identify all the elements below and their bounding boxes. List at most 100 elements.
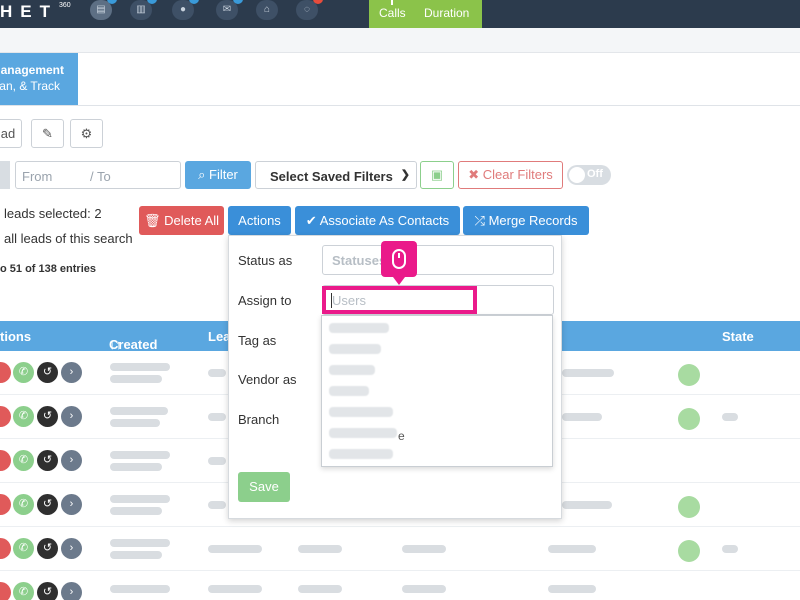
report-icon[interactable]: ▥	[130, 0, 157, 20]
assign-label: Assign to	[238, 293, 292, 308]
status-select[interactable]: Statuses	[322, 245, 554, 275]
lead-blur	[208, 501, 226, 509]
phone-icon[interactable]: ✆	[13, 450, 34, 471]
history-icon[interactable]: ↺	[37, 538, 58, 559]
calls-duration-tab[interactable]: Calls Duration	[369, 0, 482, 28]
list-item[interactable]	[329, 407, 393, 417]
state-indicator	[678, 364, 700, 386]
list-item[interactable]	[329, 428, 397, 438]
delete-icon[interactable]	[0, 538, 11, 559]
clear-filters-label: Clear Filters	[482, 167, 553, 182]
delete-icon[interactable]	[0, 450, 11, 471]
history-icon[interactable]: ↺	[37, 362, 58, 383]
chevron-right-icon[interactable]: ›	[61, 538, 82, 559]
chevron-right-icon[interactable]: ›	[61, 362, 82, 383]
delete-icon[interactable]	[0, 494, 11, 515]
list-item[interactable]	[329, 449, 393, 459]
list-item[interactable]	[329, 365, 375, 375]
tab-management[interactable]: Management an, & Track	[0, 53, 78, 105]
state-indicator	[678, 540, 700, 562]
document-icon[interactable]: ▤	[90, 0, 117, 20]
delete-icon[interactable]	[0, 406, 11, 427]
delete-icon[interactable]	[0, 582, 11, 600]
saved-filters-label: Select Saved Filters	[270, 169, 393, 184]
date-to-placeholder: / To	[90, 169, 111, 184]
toggle-knob	[569, 167, 585, 183]
close-icon: ✖	[468, 167, 480, 182]
created-blur	[110, 375, 162, 383]
mail-icon[interactable]: ✉	[216, 0, 243, 20]
created-blur	[110, 407, 168, 415]
clear-filters-button[interactable]: ✖ Clear Filters	[458, 161, 563, 189]
shuffle-icon: ⤮	[474, 213, 485, 228]
associate-contacts-button[interactable]: ✔ Associate As Contacts	[295, 206, 460, 235]
date-range-input[interactable]: From / To	[15, 161, 181, 189]
toggle-label: Off	[587, 168, 603, 180]
list-item[interactable]	[329, 386, 369, 396]
filter-label: Filter	[209, 167, 238, 182]
chevron-right-icon[interactable]: ›	[61, 494, 82, 515]
table-row: ✆ ↺ ›	[0, 571, 800, 600]
users-search-input[interactable]: Users	[322, 286, 477, 314]
save-icon: ▣	[430, 167, 444, 182]
col-state: State	[722, 329, 754, 344]
chevron-right-icon[interactable]: ›	[61, 406, 82, 427]
created-blur	[110, 585, 170, 593]
save-button[interactable]: Save	[238, 472, 290, 502]
history-icon[interactable]: ↺	[37, 406, 58, 427]
list-item[interactable]	[329, 323, 389, 333]
merge-records-button[interactable]: ⤮ Merge Records	[463, 206, 589, 235]
delete-icon[interactable]	[0, 362, 11, 383]
name-blur	[298, 585, 342, 593]
inbox-icon[interactable]: ⌂	[256, 0, 278, 20]
state-indicator	[678, 408, 700, 430]
email-blur	[548, 545, 596, 553]
created-blur	[110, 551, 162, 559]
associate-contacts-label: Associate As Contacts	[319, 213, 450, 228]
phone-icon[interactable]: ✆	[13, 406, 34, 427]
leads-selected-text: leads selected: 2	[4, 206, 102, 221]
lead-blur	[208, 413, 226, 421]
mouse-icon	[392, 249, 406, 269]
users-dropdown-list: e	[321, 315, 553, 467]
delete-all-button[interactable]: 🗑︎ Delete All	[139, 206, 224, 235]
history-icon[interactable]: ↺	[37, 450, 58, 471]
phone-icon[interactable]: ✆	[13, 538, 34, 559]
edit-button[interactable]: ✎	[31, 119, 64, 148]
created-blur	[110, 463, 162, 471]
state-blur	[722, 413, 738, 421]
branch-label: Branch	[238, 412, 280, 427]
filter-toggle[interactable]: Off	[567, 165, 611, 185]
date-from-placeholder: From	[22, 169, 53, 184]
vendor-label: Vendor as	[238, 372, 297, 387]
name-blur	[298, 545, 342, 553]
email-blur	[548, 585, 596, 593]
status-label: Status as	[238, 253, 293, 268]
sort-icon: ↓↑	[109, 337, 122, 352]
save-filter-button[interactable]: ▣	[420, 161, 454, 189]
click-indicator	[381, 241, 417, 285]
history-icon[interactable]: ↺	[37, 582, 58, 600]
phone-icon[interactable]: ✆	[13, 494, 34, 515]
comment-icon[interactable]: ◌	[296, 0, 323, 20]
created-blur	[110, 507, 162, 515]
settings-button[interactable]: ⚙	[70, 119, 103, 148]
phone-icon[interactable]: ✆	[13, 362, 34, 383]
top-navbar: HET 360 ▤ ▥ ● ✉ ⌂ ◌ Calls Duration	[0, 0, 800, 28]
chevron-right-icon[interactable]: ›	[61, 582, 82, 600]
filter-stub[interactable]	[0, 161, 10, 189]
phone-icon[interactable]: ✆	[13, 582, 34, 600]
upload-button[interactable]: ad	[0, 119, 22, 148]
select-all-leads-link[interactable]: all leads of this search	[4, 231, 133, 246]
name-blur	[402, 545, 446, 553]
saved-filters-select[interactable]: Select Saved Filters ❯	[255, 161, 417, 189]
lead-blur	[208, 585, 262, 593]
list-item[interactable]	[329, 344, 381, 354]
actions-button[interactable]: Actions	[228, 206, 291, 235]
created-blur	[110, 363, 170, 371]
chat-icon[interactable]: ●	[172, 0, 199, 20]
email-blur	[562, 369, 614, 377]
filter-button[interactable]: ⌕ Filter	[185, 161, 251, 189]
chevron-right-icon[interactable]: ›	[61, 450, 82, 471]
history-icon[interactable]: ↺	[37, 494, 58, 515]
